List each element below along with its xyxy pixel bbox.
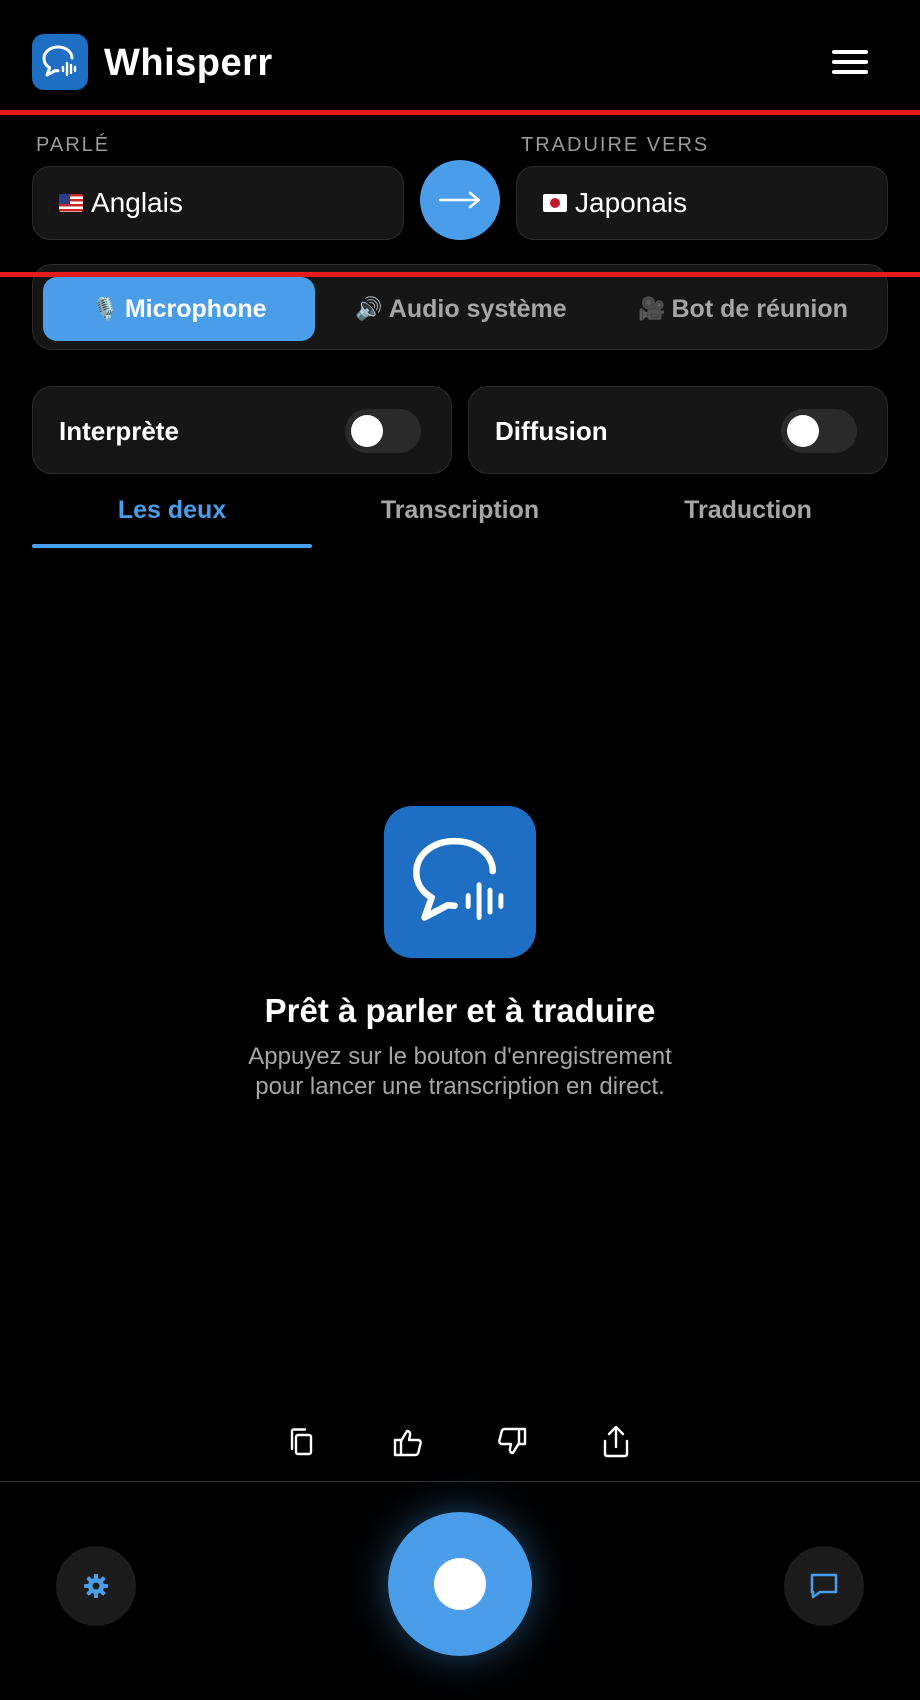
gear-icon[interactable] [56, 1546, 136, 1626]
tab-both[interactable]: Les deux [32, 496, 312, 525]
speaker-icon: 🔊 [355, 296, 383, 321]
highlight-line-top [0, 110, 920, 115]
record-button[interactable] [388, 1512, 532, 1656]
interpreter-label: Interprète [59, 416, 179, 446]
app-logo-icon [32, 34, 88, 90]
thumbs-down-icon[interactable] [490, 1420, 534, 1464]
source-tab-system-audio[interactable]: 🔊 Audio système [323, 277, 599, 341]
broadcast-label: Diffusion [495, 416, 608, 446]
copy-icon[interactable] [280, 1420, 324, 1464]
us-flag-icon [59, 194, 83, 212]
interpreter-toggle-card: Interprète [32, 386, 452, 474]
highlight-line-bottom [0, 272, 920, 277]
empty-state-logo-icon [384, 806, 536, 958]
tab-translation[interactable]: Traduction [608, 496, 888, 525]
microphone-icon: 🎙️ [91, 296, 119, 321]
chat-icon[interactable] [784, 1546, 864, 1626]
spoken-language-label: PARLÉ [36, 134, 111, 156]
thumbs-up-icon[interactable] [386, 1420, 430, 1464]
empty-state-title: Prêt à parler et à traduire [264, 992, 656, 1029]
empty-state-description: Appuyez sur le bouton d'enregistrement p… [248, 1043, 672, 1100]
target-language-label: TRADUIRE VERS [521, 134, 710, 156]
source-tab-microphone[interactable]: 🎙️ Microphone [43, 277, 315, 341]
bottom-bar-divider [0, 1481, 920, 1482]
broadcast-switch[interactable] [781, 409, 857, 453]
broadcast-toggle-card: Diffusion [468, 386, 888, 474]
source-tab-label: Bot de réunion [671, 294, 848, 323]
menu-icon[interactable] [828, 44, 872, 80]
active-tab-indicator [32, 544, 312, 548]
japan-flag-icon [543, 194, 567, 212]
source-tab-label: Audio système [388, 294, 567, 323]
arrow-right-icon[interactable] [420, 160, 500, 240]
record-dot-icon [434, 1558, 486, 1610]
video-camera-icon: 🎥 [638, 296, 666, 321]
tab-transcription[interactable]: Transcription [320, 496, 600, 525]
target-language-value: Japonais [575, 187, 688, 218]
source-tab-label: Microphone [124, 294, 267, 323]
app-title: Whisperr [104, 42, 273, 84]
app-header: Whisperr [0, 0, 920, 112]
source-tab-meeting-bot[interactable]: 🎥 Bot de réunion [605, 277, 881, 341]
spoken-language-value: Anglais [91, 187, 183, 218]
share-icon[interactable] [594, 1420, 638, 1464]
spoken-language-select[interactable]: Anglais [32, 166, 404, 240]
target-language-select[interactable]: Japonais [516, 166, 888, 240]
interpreter-switch[interactable] [345, 409, 421, 453]
